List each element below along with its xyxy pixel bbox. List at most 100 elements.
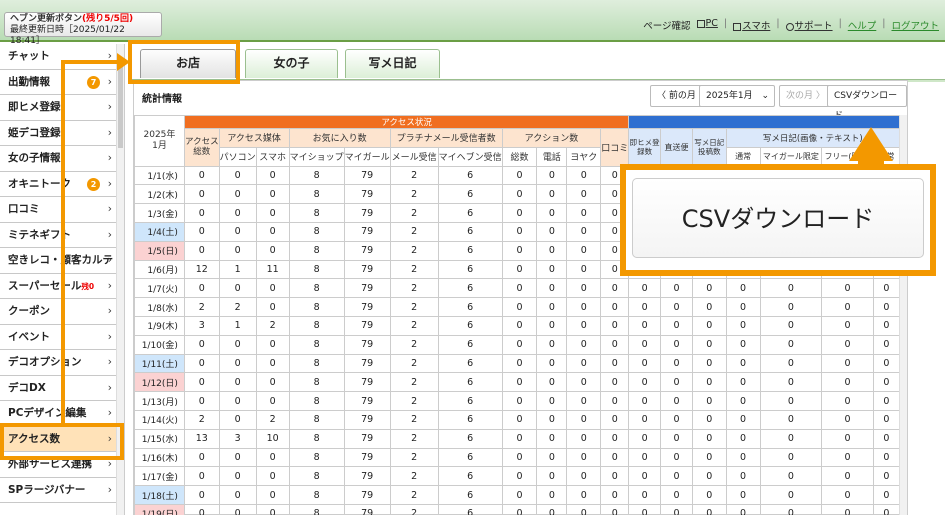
- value-cell: 0: [725, 485, 761, 505]
- logout-link[interactable]: ログアウト: [891, 18, 939, 32]
- date-cell: 1/8(水): [134, 297, 185, 317]
- col-header: 電話: [536, 146, 568, 167]
- value-cell: 0: [872, 315, 900, 336]
- col-review: 口コミ: [600, 128, 630, 167]
- value-cell: 0: [600, 297, 630, 317]
- value-cell: 0: [600, 409, 630, 430]
- chevron-right-icon: ›: [107, 126, 112, 139]
- value-cell: 79: [343, 503, 391, 515]
- col-header: スマホ: [255, 146, 290, 167]
- sidebar-item-label: SPラージバナー: [8, 483, 86, 496]
- value-cell: 0: [759, 353, 823, 374]
- date-cell: 1/18(土): [134, 485, 185, 505]
- smartphone-link[interactable]: スマホ: [733, 18, 770, 32]
- value-cell: 0: [872, 391, 900, 411]
- value-cell: 8: [288, 353, 345, 374]
- pc-link[interactable]: PC: [696, 18, 718, 32]
- value-cell: 6: [437, 391, 503, 411]
- value-cell: 0: [218, 391, 257, 411]
- value-cell: 0: [501, 334, 538, 355]
- page-check-label: ページ確認: [643, 21, 691, 32]
- value-cell: 0: [628, 353, 662, 374]
- value-cell: 2: [389, 184, 439, 205]
- sidebar-item-17[interactable]: SPラージバナー ›: [0, 477, 124, 503]
- csv-download-zoomed-button: CSVダウンロード: [632, 178, 924, 258]
- value-cell: 6: [437, 353, 503, 374]
- chevron-right-icon: ›: [107, 203, 112, 215]
- value-cell: 79: [343, 221, 391, 242]
- value-cell: 0: [759, 334, 823, 355]
- value-cell: 0: [600, 428, 630, 449]
- help-link[interactable]: ヘルプ: [848, 18, 877, 32]
- col-shame-posts: 写メ日記投稿数: [691, 128, 727, 167]
- value-cell: 0: [566, 221, 602, 242]
- pc-icon: [696, 19, 705, 28]
- date-cell: 1/15(水): [134, 428, 185, 449]
- value-cell: 0: [501, 278, 538, 299]
- value-cell: 2: [389, 203, 439, 223]
- total-cell: 0: [183, 485, 220, 505]
- value-cell: 79: [343, 353, 391, 374]
- value-cell: 1: [218, 315, 257, 336]
- value-cell: 8: [288, 428, 345, 449]
- value-cell: 0: [660, 372, 693, 393]
- value-cell: 0: [255, 503, 290, 515]
- value-cell: 0: [218, 278, 257, 299]
- value-cell: 0: [725, 353, 761, 374]
- value-cell: 0: [872, 466, 900, 487]
- heaven-update-button[interactable]: ヘブン更新ボタン(残り5/5回) 最終更新日時［2025/01/22 18:41…: [4, 12, 162, 46]
- value-cell: 0: [691, 447, 727, 468]
- value-cell: 0: [566, 485, 602, 505]
- value-cell: 0: [501, 485, 538, 505]
- date-cell: 1/19(日): [134, 503, 185, 515]
- next-month-button[interactable]: 次の月 〉: [779, 85, 832, 107]
- value-cell: 0: [600, 466, 630, 487]
- month-select[interactable]: 2025年1月 ⌄: [699, 85, 775, 107]
- value-cell: 0: [501, 391, 538, 411]
- date-cell: 1/2(木): [134, 184, 185, 205]
- value-cell: 0: [218, 353, 257, 374]
- col-header: 総数: [501, 146, 538, 167]
- value-cell: 8: [288, 240, 345, 261]
- value-cell: 0: [600, 278, 630, 299]
- chevron-right-icon: ›: [107, 483, 112, 496]
- value-cell: 0: [691, 353, 727, 374]
- sidebar-item-label: 女の子情報: [8, 152, 61, 164]
- stats-title: 統計情報: [142, 94, 182, 105]
- value-cell: 0: [821, 428, 874, 449]
- notification-badge: 7: [87, 75, 100, 89]
- value-cell: 0: [255, 203, 290, 223]
- value-cell: 2: [389, 165, 439, 186]
- value-cell: 0: [759, 428, 823, 449]
- value-cell: 0: [759, 391, 823, 411]
- support-link[interactable]: サポート: [785, 18, 833, 32]
- chevron-right-icon: ›: [107, 279, 112, 292]
- col-access-total: アクセス総数: [183, 128, 220, 167]
- total-cell: 0: [183, 165, 220, 186]
- value-cell: 0: [759, 485, 823, 505]
- value-cell: 0: [725, 315, 761, 336]
- value-cell: 0: [691, 466, 727, 487]
- value-cell: 0: [255, 278, 290, 299]
- prev-month-button[interactable]: 〈 前の月: [650, 85, 703, 107]
- value-cell: 0: [536, 409, 568, 430]
- col-header: マイヘブン受信: [437, 146, 503, 167]
- value-cell: 6: [437, 485, 503, 505]
- csv-download-button[interactable]: CSVダウンロード: [827, 85, 907, 121]
- value-cell: 2: [389, 240, 439, 261]
- value-cell: 0: [600, 353, 630, 374]
- connector-line-top: [61, 60, 125, 64]
- value-cell: 0: [218, 203, 257, 223]
- tab-girls[interactable]: 女の子: [245, 49, 338, 78]
- value-cell: 0: [566, 428, 602, 449]
- value-cell: 0: [725, 503, 761, 515]
- value-cell: 79: [343, 334, 391, 355]
- value-cell: 0: [872, 447, 900, 468]
- value-cell: 2: [389, 428, 439, 449]
- tab-photo-diary[interactable]: 写メ日記: [345, 49, 440, 78]
- value-cell: 0: [218, 334, 257, 355]
- date-cell: 1/3(金): [134, 203, 185, 223]
- month-select-value: 2025年1月: [706, 91, 753, 101]
- date-cell: 1/10(金): [134, 334, 185, 355]
- value-cell: 0: [536, 447, 568, 468]
